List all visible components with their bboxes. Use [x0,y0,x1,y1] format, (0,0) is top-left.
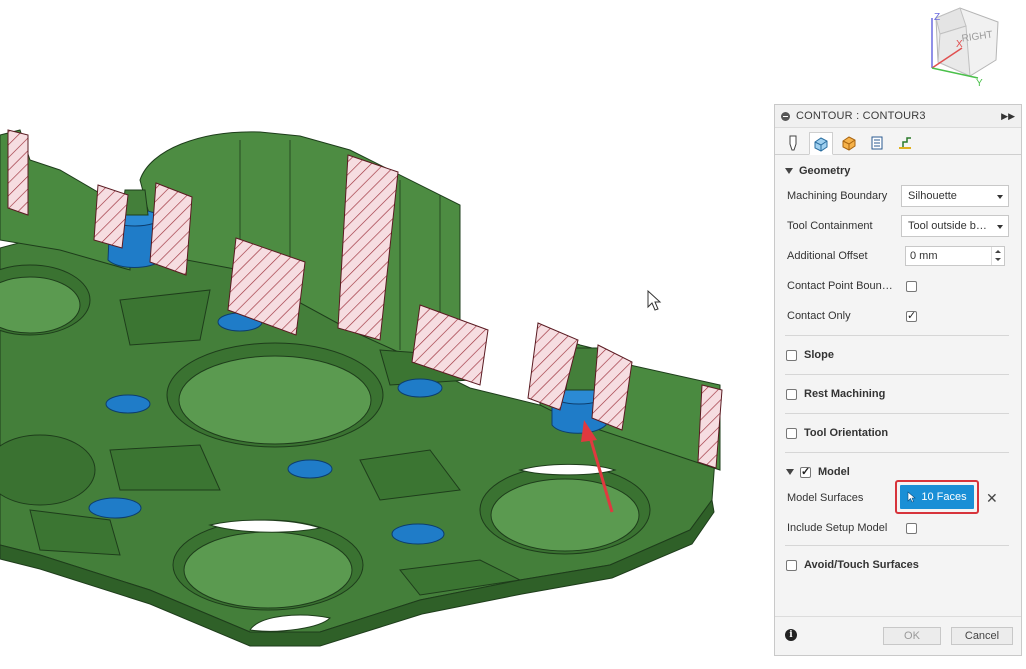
passes-icon [871,136,883,150]
additional-offset-value: 0 mm [910,250,938,262]
slope-label: Slope [804,349,834,361]
rest-machining-checkbox[interactable] [786,388,797,400]
model-label: Model [818,466,850,478]
dialog-tabs [775,128,1021,155]
avoid-touch-label: Avoid/Touch Surfaces [804,559,919,571]
tab-linking[interactable] [893,132,917,154]
tool-containment-label: Tool Containment [787,220,873,232]
machining-boundary-label: Machining Boundary [787,190,888,202]
info-icon[interactable]: i [785,629,797,641]
collapse-icon[interactable] [781,111,790,121]
contact-point-row: Contact Point Boundary [775,271,1021,301]
cancel-button[interactable]: Cancel [951,627,1013,645]
spinner-arrows-icon[interactable] [991,247,1004,265]
contact-point-checkbox[interactable] [906,280,917,292]
tab-geometry[interactable] [809,132,833,155]
contact-only-label: Contact Only [787,310,851,322]
geometry-section-header[interactable]: Geometry [775,161,1021,181]
machining-boundary-row: Machining Boundary Silhouette [775,181,1021,211]
model-surfaces-highlight: 10 Faces [895,480,979,514]
tab-heights[interactable] [837,132,861,154]
axis-z-label: Z [934,12,940,23]
machining-boundary-select[interactable]: Silhouette [901,185,1009,207]
tool-orientation-section-header[interactable]: Tool Orientation [775,414,1021,452]
axis-x-label: X [956,39,963,50]
dialog-titlebar[interactable]: CONTOUR : CONTOUR3 ▶▶ [775,105,1021,128]
expand-icon[interactable]: ▶▶ [1001,111,1015,122]
dialog-title: CONTOUR : CONTOUR3 [796,110,926,122]
geometry-section-label: Geometry [799,165,851,177]
contour-dialog: CONTOUR : CONTOUR3 ▶▶ Geometry Machining… [774,104,1022,656]
additional-offset-input[interactable]: 0 mm [905,246,1005,266]
tool-orientation-checkbox[interactable] [786,427,797,439]
avoid-touch-checkbox[interactable] [786,559,797,571]
geometry-icon [814,136,828,152]
model-surfaces-count: 10 Faces [921,491,967,503]
tab-tool[interactable] [781,132,805,154]
contact-only-checkbox[interactable] [906,309,917,322]
additional-offset-label: Additional Offset [787,250,868,262]
include-setup-label: Include Setup Model [787,522,888,534]
heights-icon [842,136,856,151]
include-setup-row: Include Setup Model [775,513,1021,543]
dialog-footer: i OK Cancel [775,616,1021,655]
avoid-touch-section-header[interactable]: Avoid/Touch Surfaces [775,546,1021,584]
axis-y-label: Y [976,78,983,88]
tool-icon [789,135,797,151]
slope-section-header[interactable]: Slope [775,336,1021,374]
model-surfaces-selection-button[interactable]: 10 Faces [900,485,974,509]
contact-only-row: Contact Only [775,301,1021,331]
tab-passes[interactable] [865,132,889,154]
model-checkbox[interactable] [800,465,811,478]
tool-containment-row: Tool Containment Tool outside boundary [775,211,1021,241]
model-surfaces-row: Model Surfaces 10 Faces ✕ [775,480,1021,514]
rest-machining-label: Rest Machining [804,388,886,400]
tool-containment-select[interactable]: Tool outside boundary [901,215,1009,237]
expanded-triangle-icon [786,469,794,475]
linking-icon [899,137,911,149]
rest-machining-section-header[interactable]: Rest Machining [775,375,1021,413]
mouse-cursor [647,289,662,311]
contact-point-label: Contact Point Boundary [787,280,897,292]
expanded-triangle-icon [785,168,793,174]
cursor-arrow-icon [908,491,917,503]
viewcube[interactable]: RIGHT Z X Y [922,4,1002,89]
model-surfaces-label: Model Surfaces [787,492,864,504]
include-setup-checkbox[interactable] [906,522,917,534]
slope-checkbox[interactable] [786,349,797,361]
ok-button[interactable]: OK [883,627,941,645]
tool-orientation-label: Tool Orientation [804,427,889,439]
additional-offset-row: Additional Offset 0 mm [775,241,1021,271]
clear-selection-icon[interactable]: ✕ [986,490,998,507]
